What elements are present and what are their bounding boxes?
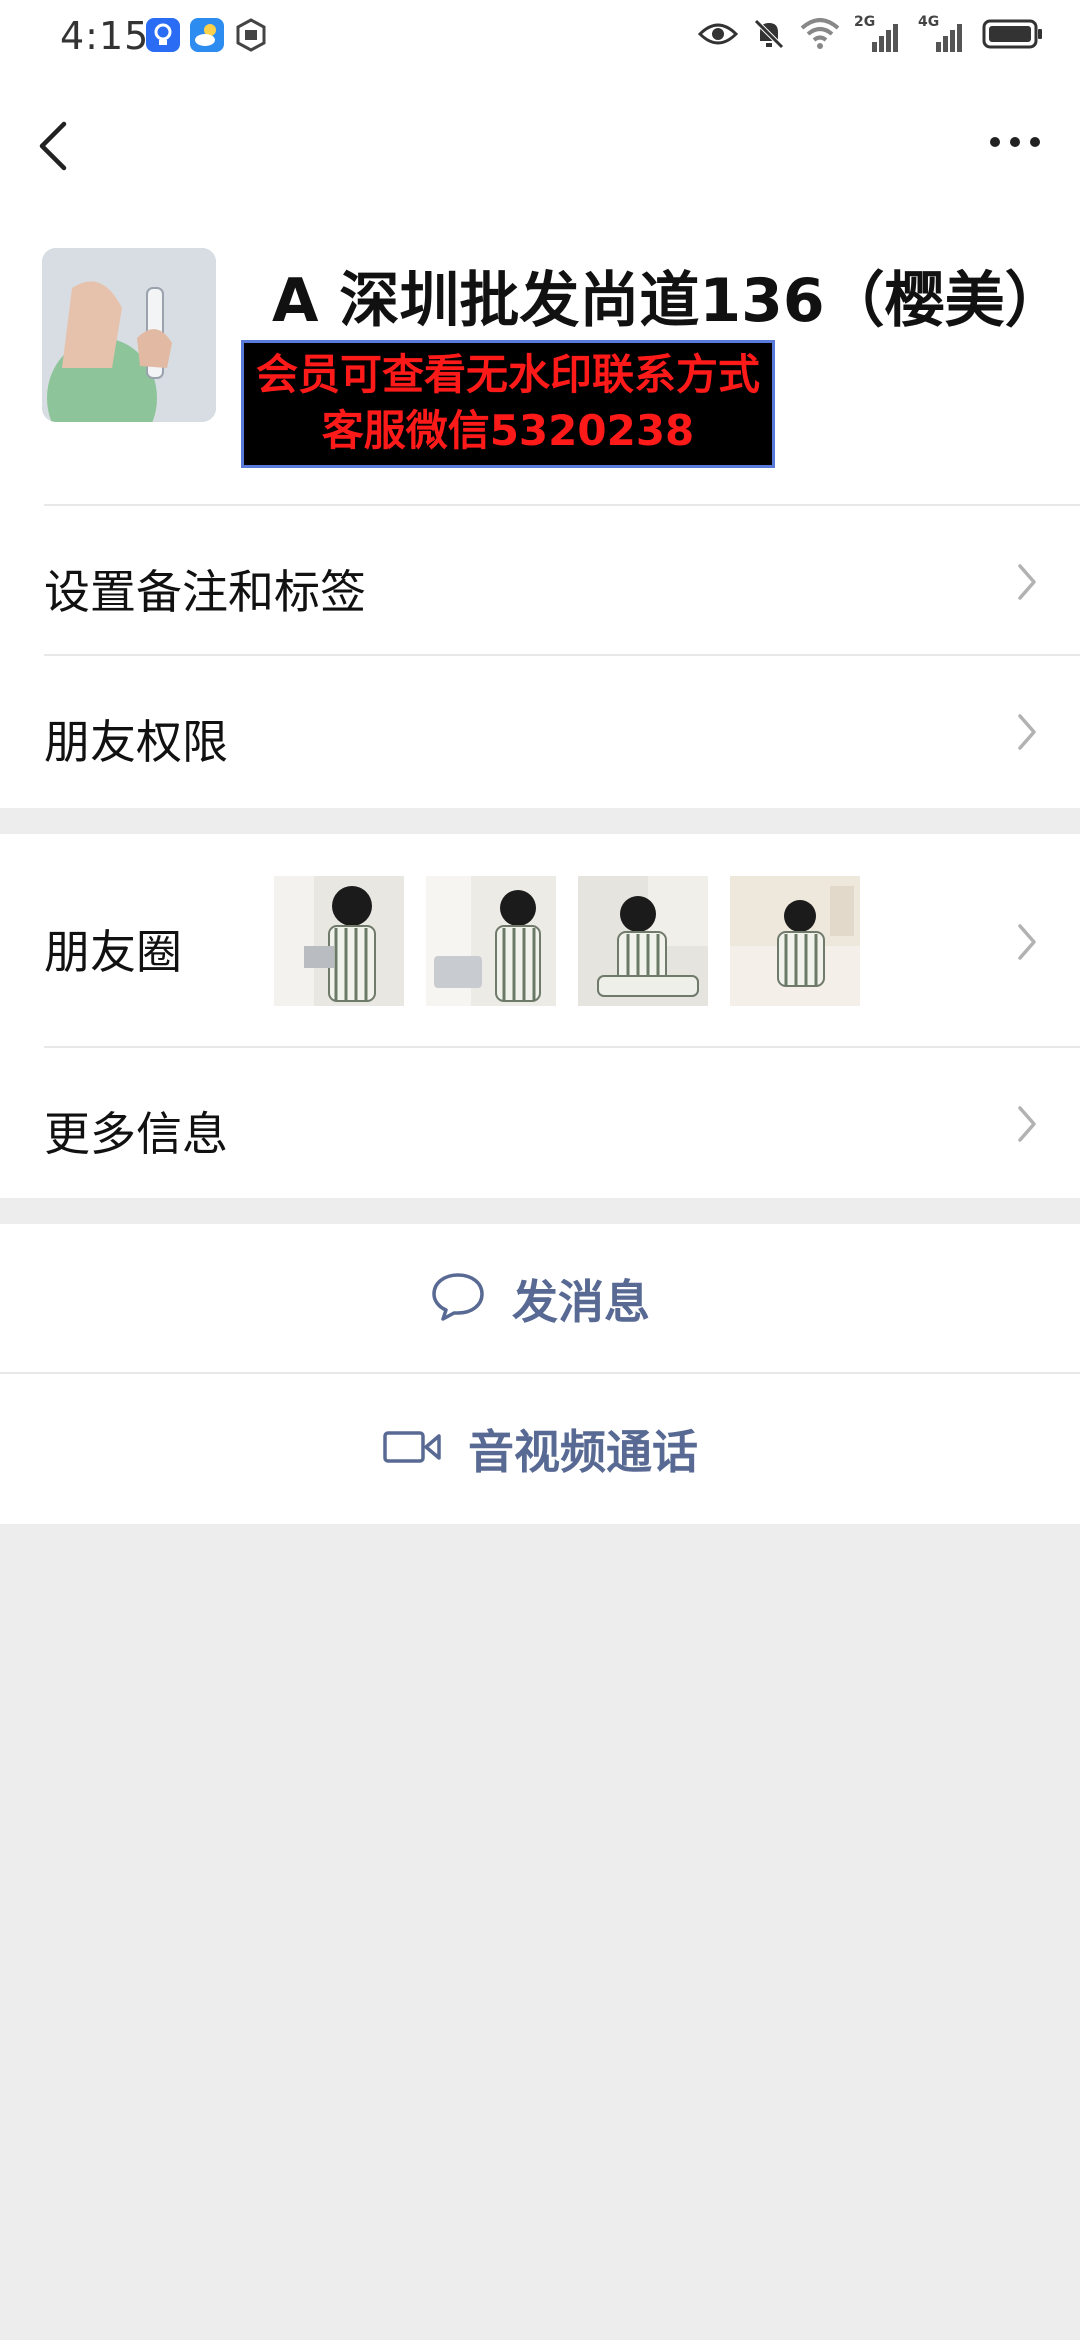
signal-4g-icon: 4G	[918, 14, 968, 54]
watermark-line-2: 客服微信5320238	[321, 406, 695, 455]
video-call-button[interactable]: 音视频通话	[0, 1374, 1080, 1524]
watermark-banner: 会员可查看无水印联系方式 客服微信5320238	[241, 340, 775, 468]
status-bar: 4:15 2G 4G	[0, 0, 1080, 76]
status-time: 4:15	[60, 14, 150, 58]
moments-thumbnail	[578, 876, 708, 1006]
more-button[interactable]	[982, 122, 1052, 162]
chevron-left-icon	[30, 121, 90, 184]
moments-thumbnail	[274, 876, 404, 1006]
wifi-icon	[800, 18, 840, 54]
back-button[interactable]	[30, 110, 90, 180]
moments-thumbnails	[274, 876, 860, 1006]
watermark-line-1: 会员可查看无水印联系方式	[255, 350, 760, 399]
send-message-label: 发消息	[512, 1275, 650, 1329]
bulb-app-icon	[146, 18, 180, 52]
moments-row[interactable]: 朋友圈	[0, 834, 1080, 1048]
eye-icon	[697, 20, 739, 52]
friend-permissions-label: 朋友权限	[44, 715, 228, 769]
chevron-right-icon	[1016, 562, 1038, 602]
video-call-label: 音视频通话	[468, 1425, 698, 1479]
contact-name: A 深圳批发尚道136（樱美）	[272, 266, 1065, 336]
video-camera-icon	[382, 1427, 442, 1471]
remark-tags-label: 设置备注和标签	[44, 565, 366, 619]
weather-app-icon	[190, 18, 224, 52]
friend-permissions-row[interactable]: 朋友权限	[0, 656, 1080, 808]
moments-thumbnail	[730, 876, 860, 1006]
top-nav	[0, 76, 1080, 206]
signal-2g-icon: 2G	[854, 14, 904, 54]
chevron-right-icon	[1016, 922, 1038, 962]
send-message-button[interactable]: 发消息	[0, 1224, 1080, 1374]
more-dots-icon	[982, 137, 1052, 166]
battery-icon	[982, 18, 1044, 54]
remark-tags-row[interactable]: 设置备注和标签	[0, 506, 1080, 656]
chevron-right-icon	[1016, 712, 1038, 752]
chat-bubble-icon	[430, 1271, 486, 1327]
avatar[interactable]	[42, 248, 216, 422]
moments-label: 朋友圈	[44, 925, 182, 979]
more-info-label: 更多信息	[44, 1107, 228, 1161]
more-info-row[interactable]: 更多信息	[0, 1048, 1080, 1198]
shield-app-icon	[234, 18, 268, 52]
chevron-right-icon	[1016, 1104, 1038, 1144]
mute-bell-icon	[752, 17, 786, 55]
moments-thumbnail	[426, 876, 556, 1006]
profile-header: A 深圳批发尚道136（樱美） 会员可查看无水印联系方式 客服微信5320238	[0, 206, 1080, 506]
